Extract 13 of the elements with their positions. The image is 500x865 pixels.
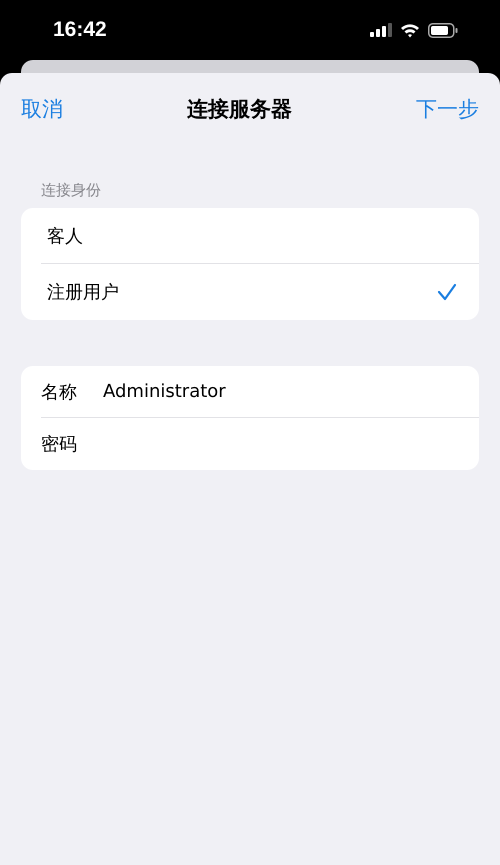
section-header: 连接身份 bbox=[40, 180, 102, 201]
identity-option[interactable]: 客人 bbox=[41, 208, 479, 264]
battery-icon bbox=[428, 22, 458, 38]
name-field[interactable]: Administrator bbox=[103, 381, 457, 402]
signal-icon bbox=[370, 23, 392, 37]
field-label: 名称 bbox=[41, 380, 78, 404]
status-time: 16:42 bbox=[53, 18, 107, 42]
field-label: 密码 bbox=[41, 433, 78, 456]
identity-option[interactable]: 注册用户 bbox=[41, 264, 479, 320]
next-button[interactable]: 下一步 bbox=[416, 95, 479, 123]
sheet-title: 连接服务器 bbox=[187, 96, 292, 123]
cancel-button[interactable]: 取消 bbox=[21, 95, 63, 123]
wifi-icon bbox=[400, 22, 420, 38]
